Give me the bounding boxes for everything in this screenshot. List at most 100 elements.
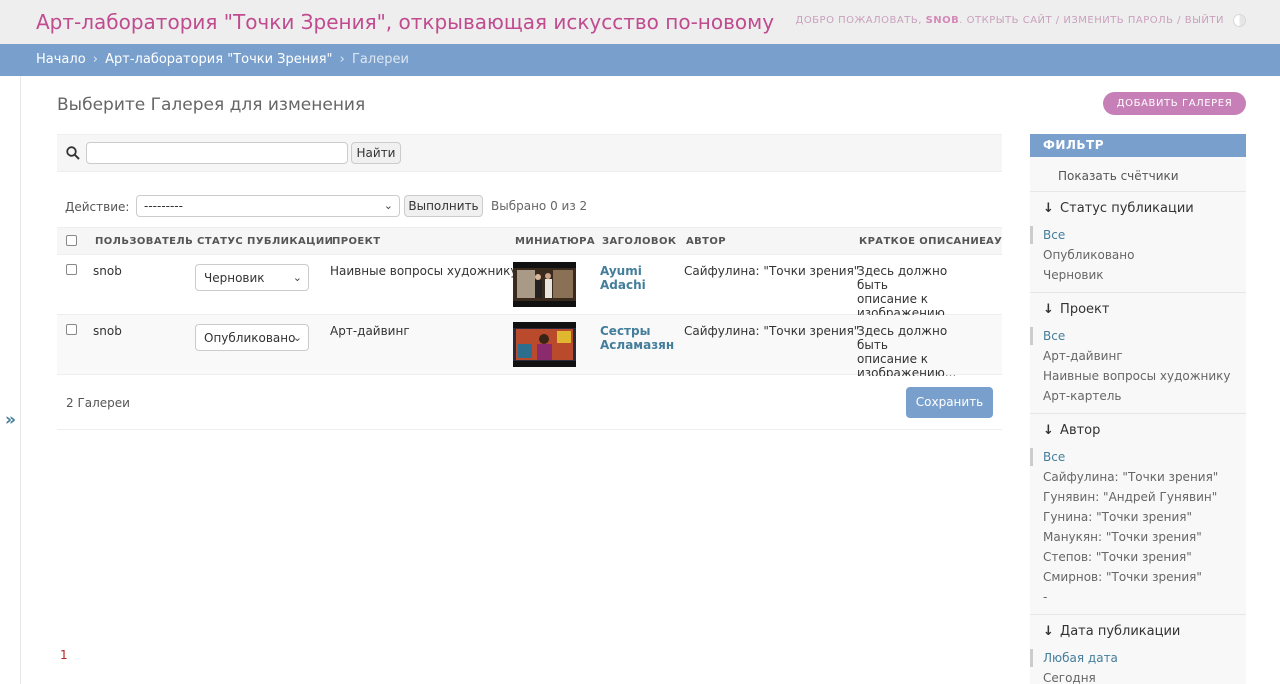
column-header-status[interactable]: Статус публикации [197, 236, 333, 247]
nav-sidebar-toggle-icon[interactable]: » [5, 410, 16, 430]
row-author: Сайфулина: "Точки зрения" [684, 324, 860, 338]
column-header-project[interactable]: Проект [332, 236, 380, 247]
pagination-current-page: 1 [60, 648, 68, 662]
select-all-checkbox[interactable] [66, 235, 77, 246]
filter-sidebar: Фильтр Показать счётчики ↓ Статус публик… [1030, 134, 1246, 684]
breadcrumb-current: Галереи [352, 52, 409, 67]
page-title: Выберите Галерея для изменения [57, 95, 366, 115]
selected-indicator [1030, 226, 1033, 244]
result-count: 2 Галереи [66, 396, 130, 410]
filter-title-author[interactable]: ↓ Автор [1043, 423, 1100, 438]
change-password-link[interactable]: Изменить пароль [1063, 15, 1173, 26]
row-title-link[interactable]: Ayumi Adachi [600, 264, 676, 292]
filter-item-author[interactable]: Сайфулина: "Точки зрения" [1043, 470, 1218, 484]
column-header-audio[interactable]: Ауд [986, 236, 1002, 247]
search-button[interactable]: Найти [351, 142, 401, 164]
action-select[interactable]: --------- ⌄ [136, 195, 400, 217]
filter-divider [1030, 292, 1246, 293]
row-title-line: Ayumi [600, 264, 642, 278]
status-select[interactable]: Черновик ⌄ [195, 264, 309, 291]
breadcrumb-home[interactable]: Начало [36, 52, 86, 67]
table-row: snob Черновик ⌄ Наивные вопросы художник… [57, 255, 1002, 320]
filter-item-author[interactable]: Манукян: "Точки зрения" [1043, 530, 1202, 544]
breadcrumb-app[interactable]: Арт-лаборатория "Точки Зрения" [105, 52, 332, 67]
row-title-line: Сестры [600, 324, 651, 338]
filter-title-date[interactable]: ↓ Дата публикации [1043, 624, 1180, 639]
filter-divider [1030, 191, 1246, 192]
add-gallery-button[interactable]: Добавить Галерея [1103, 92, 1246, 115]
filter-item-project[interactable]: Арт-дайвинг [1043, 349, 1123, 363]
filter-title-label: Статус публикации [1060, 201, 1194, 216]
row-title-line: Асламазян [600, 338, 675, 352]
row-description: Здесь должно быть описание к изображению… [857, 264, 977, 320]
filter-item-author[interactable]: Гунина: "Точки зрения" [1043, 510, 1192, 524]
row-checkbox[interactable] [66, 324, 77, 335]
filter-title-label: Проект [1060, 302, 1110, 317]
filter-title-status[interactable]: ↓ Статус публикации [1043, 201, 1194, 216]
filter-divider [1030, 614, 1246, 615]
welcome-text: Добро пожаловать, [795, 15, 922, 26]
logout-link[interactable]: Выйти [1185, 15, 1224, 26]
result-table: Пользователь Статус публикации Проект Ми… [57, 227, 1002, 376]
site-title[interactable]: Арт-лаборатория "Точки Зрения", открываю… [36, 10, 774, 34]
filter-item-status-all[interactable]: Все [1043, 228, 1065, 242]
table-header: Пользователь Статус публикации Проект Ми… [57, 227, 1002, 255]
filter-item-project[interactable]: Наивные вопросы художнику [1043, 369, 1231, 383]
row-title-line: Adachi [600, 278, 646, 292]
search-bar: Найти [57, 134, 1002, 172]
selected-indicator [1030, 448, 1033, 466]
view-site-link[interactable]: Открыть сайт [967, 15, 1053, 26]
thumbnail-image [513, 262, 576, 307]
row-checkbox[interactable] [66, 264, 77, 275]
arrow-down-icon: ↓ [1043, 302, 1054, 317]
theme-toggle-icon[interactable] [1233, 14, 1246, 27]
filter-title-project[interactable]: ↓ Проект [1043, 302, 1109, 317]
filter-item-status-draft[interactable]: Черновик [1043, 268, 1104, 282]
arrow-down-icon: ↓ [1043, 624, 1054, 639]
username: snob [925, 15, 960, 26]
column-header-author[interactable]: Автор [686, 236, 726, 247]
filter-item-project-all[interactable]: Все [1043, 329, 1065, 343]
search-input[interactable] [86, 142, 348, 164]
row-author: Сайфулина: "Точки зрения" [684, 264, 860, 278]
filter-item-author[interactable]: Степов: "Точки зрения" [1043, 550, 1192, 564]
chevron-down-icon: ⌄ [292, 331, 302, 344]
filter-item-date-today[interactable]: Сегодня [1043, 671, 1096, 684]
row-description-line: описание к [857, 292, 929, 306]
run-action-button[interactable]: Выполнить [404, 195, 483, 217]
results-footer: 2 Галереи Сохранить [57, 376, 1002, 430]
status-select[interactable]: Опубликовано ⌄ [195, 324, 309, 351]
save-button[interactable]: Сохранить [906, 387, 993, 418]
filter-title-label: Автор [1060, 423, 1101, 438]
row-description-line: изображению... [857, 366, 957, 376]
row-user: snob [93, 324, 122, 338]
breadcrumb: Начало › Арт-лаборатория "Точки Зрения" … [0, 44, 1280, 76]
row-description: Здесь должно быть описание к изображению… [857, 324, 977, 376]
filter-item-date-any[interactable]: Любая дата [1043, 651, 1118, 665]
column-header-thumbnail[interactable]: Миниатюра [515, 236, 595, 247]
arrow-down-icon: ↓ [1043, 201, 1054, 216]
column-header-user[interactable]: Пользователь [95, 236, 193, 247]
row-description-line: описание к [857, 352, 929, 366]
row-description-line: Здесь должно быть [857, 264, 948, 292]
breadcrumb-separator: › [92, 52, 98, 67]
chevron-down-icon: ⌄ [292, 271, 302, 284]
filter-item-author[interactable]: Гунявин: "Андрей Гунявин" [1043, 490, 1217, 504]
filter-item-author-empty[interactable]: - [1043, 590, 1047, 604]
filter-item-status-published[interactable]: Опубликовано [1043, 248, 1134, 262]
filter-item-project[interactable]: Арт-картель [1043, 389, 1121, 403]
action-select-value: --------- [144, 199, 183, 213]
filter-divider [1030, 413, 1246, 414]
row-title-link[interactable]: Сестры Асламазян [600, 324, 676, 352]
show-counts-link[interactable]: Показать счётчики [1058, 169, 1179, 183]
status-select-value: Черновик [204, 271, 265, 285]
selection-counter: Выбрано 0 из 2 [491, 199, 588, 213]
column-header-description[interactable]: Краткое описание [859, 236, 986, 247]
filter-item-author[interactable]: Смирнов: "Точки зрения" [1043, 570, 1202, 584]
row-user: snob [93, 264, 122, 278]
row-project: Арт-дайвинг [330, 324, 410, 338]
filter-item-author-all[interactable]: Все [1043, 450, 1065, 464]
header: Арт-лаборатория "Точки Зрения", открываю… [0, 0, 1280, 44]
filter-header: Фильтр [1030, 134, 1246, 157]
column-header-title[interactable]: Заголовок [602, 236, 676, 247]
